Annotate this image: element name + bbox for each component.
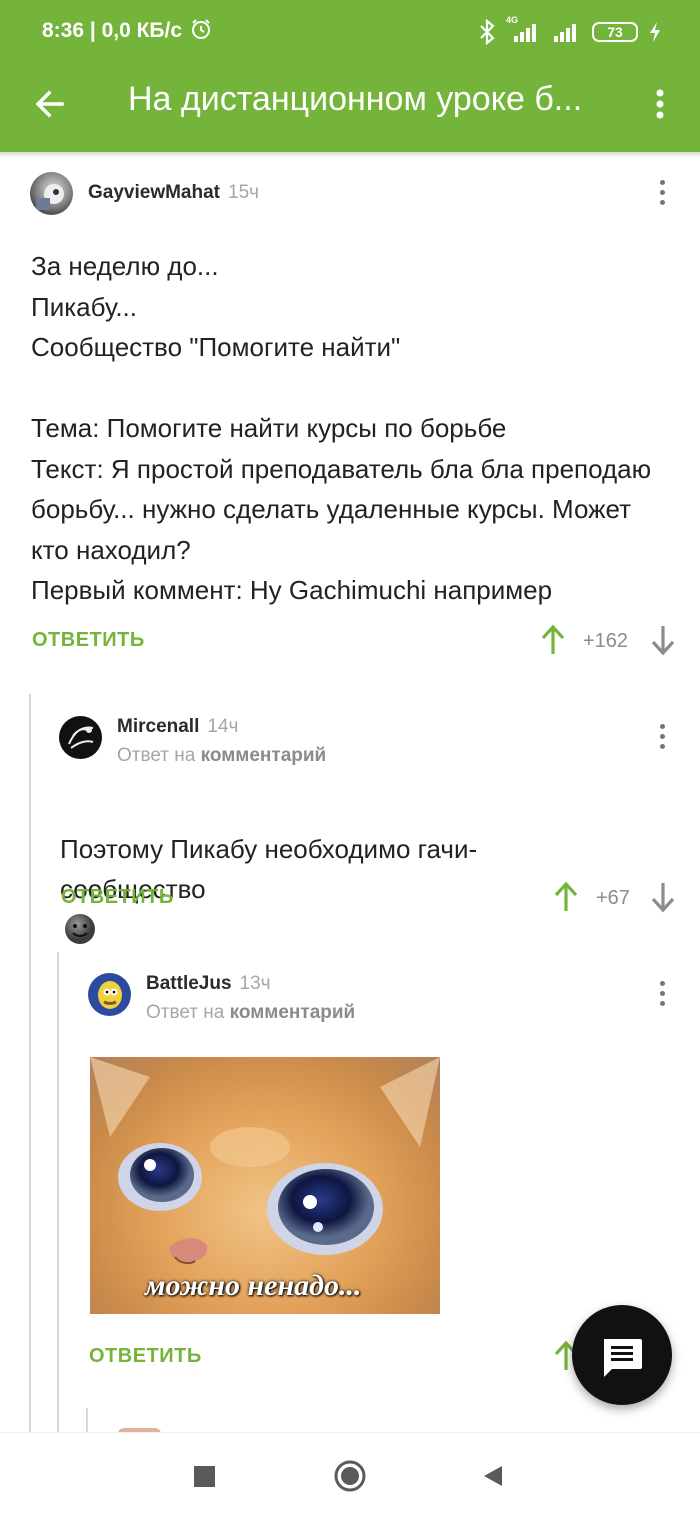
avatar-image	[36, 184, 64, 210]
network-type-text: 4G	[506, 15, 519, 25]
avatar[interactable]	[59, 716, 102, 759]
comment-author[interactable]: GayviewMahat 15ч	[88, 182, 259, 204]
thread-line	[57, 952, 59, 1432]
bluetooth-icon	[480, 19, 495, 45]
signal-2-icon	[554, 24, 576, 42]
charging-icon	[650, 22, 660, 42]
comment-menu-icon[interactable]	[658, 180, 666, 210]
status-time: 8:36 | 0,0 КБ/с	[42, 18, 212, 43]
comment-fab[interactable]	[572, 1305, 672, 1405]
battery-level-text: 73	[607, 24, 623, 40]
author-name[interactable]: Mircenall	[117, 716, 199, 737]
status-icons: 4G 73	[478, 15, 662, 48]
battery-icon: 73	[592, 22, 638, 42]
reply-to-prefix: Ответ на	[146, 1002, 225, 1023]
comment-text: За неделю до... Пикабу... Сообщество "По…	[31, 251, 652, 605]
comment-menu-icon[interactable]	[658, 981, 666, 1011]
reply-to-link[interactable]: комментарий	[230, 1002, 356, 1023]
nav-back-icon[interactable]	[482, 1464, 504, 1488]
comment-time: 13ч	[239, 973, 271, 994]
reply-button[interactable]: ОТВЕТИТЬ	[89, 1345, 202, 1368]
upvote-icon[interactable]	[553, 881, 579, 913]
comment-time: 14ч	[207, 716, 239, 737]
signal-icon: 4G	[506, 15, 542, 45]
network-speed-text: | 0,0 КБ/с	[89, 19, 183, 42]
downvote-icon[interactable]	[650, 624, 676, 656]
reply-button[interactable]: ОТВЕТИТЬ	[61, 886, 174, 909]
comment-author[interactable]: BattleJus 13ч	[146, 973, 271, 995]
upvote-icon[interactable]	[540, 624, 566, 656]
author-name[interactable]: GayviewMahat	[88, 182, 220, 203]
nav-home-icon[interactable]	[333, 1459, 367, 1493]
comment-score: +67	[596, 887, 630, 909]
reply-to-line: Ответ на комментарий	[117, 745, 326, 767]
back-arrow-icon[interactable]	[30, 84, 70, 124]
avatar-image	[68, 726, 94, 749]
reply-to-prefix: Ответ на	[117, 745, 196, 766]
clock-text: 8:36	[42, 19, 85, 42]
page-title: На дистанционном уроке б...	[128, 80, 583, 118]
comment-time: 15ч	[228, 182, 260, 203]
alarm-icon	[191, 19, 210, 39]
avatar-image	[98, 981, 122, 1009]
comment-image[interactable]: можно ненадо...	[90, 1057, 440, 1314]
author-name[interactable]: BattleJus	[146, 973, 232, 994]
reply-to-line: Ответ на комментарий	[146, 1002, 355, 1024]
nav-stop-icon[interactable]	[194, 1466, 215, 1487]
comment-score: +162	[583, 630, 629, 652]
comment-menu-icon[interactable]	[658, 724, 666, 754]
image-caption: можно ненадо...	[145, 1269, 362, 1302]
comment-fab-icon	[604, 1339, 642, 1377]
comment-text: Поэтому Пикабу необходимо гачи-сообществ…	[60, 788, 480, 950]
comment-author[interactable]: Mircenall 14ч	[117, 716, 238, 738]
avatar[interactable]	[88, 973, 131, 1016]
thread-line	[29, 694, 31, 1434]
downvote-icon[interactable]	[650, 881, 676, 913]
reply-to-link[interactable]: комментарий	[201, 745, 327, 766]
status-bar: 8:36 | 0,0 КБ/с 4G 73	[0, 0, 700, 64]
more-vert-icon[interactable]	[650, 84, 670, 124]
system-nav-bar	[0, 1432, 700, 1518]
thread-line	[86, 1408, 88, 1434]
avatar[interactable]	[30, 172, 73, 215]
reply-button[interactable]: ОТВЕТИТЬ	[32, 629, 145, 652]
app-bar-shadow	[0, 152, 700, 158]
smiley-icon	[65, 913, 95, 944]
